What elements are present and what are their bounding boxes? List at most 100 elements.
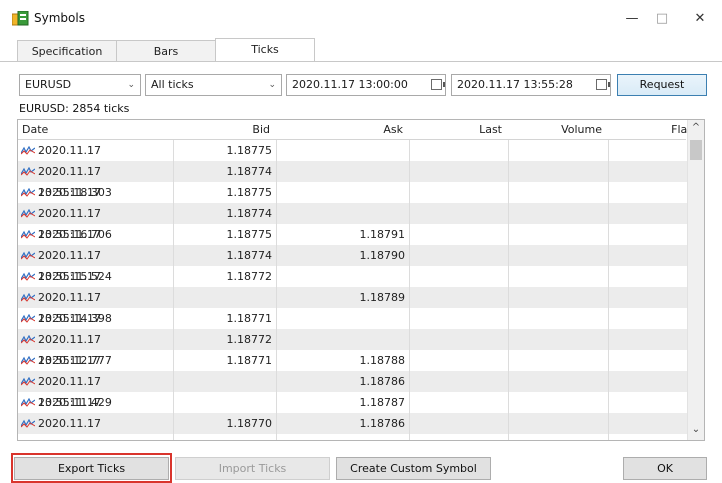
cell-bid: 1.18771 [174, 350, 277, 371]
tick-icon [21, 293, 35, 302]
cell-last [410, 350, 509, 371]
cell-last [410, 371, 509, 392]
table-row[interactable]: 2020.11.17 13:55:14.1821.187712 [18, 308, 703, 346]
scroll-thumb[interactable] [690, 140, 702, 160]
close-button[interactable]: ✕ [690, 10, 710, 28]
cell-bid: 1.18772 [174, 266, 277, 287]
tab-divider [0, 61, 722, 62]
from-datetime-picker[interactable]: 2020.11.17 13:00:00 [286, 74, 446, 96]
table-row[interactable]: 2020.11.17 13:55:11.4291.187864 [18, 371, 703, 409]
column-header-ask[interactable]: Ask [277, 120, 407, 139]
table-row[interactable]: 2020.11.17 13:55:14.3981.187894 [18, 287, 703, 325]
tick-icon [21, 398, 35, 407]
cell-date: 2020.11.17 13:55:09.566 [18, 434, 174, 440]
cell-volume [509, 182, 609, 203]
scroll-up-icon[interactable]: ^ [688, 122, 704, 136]
tick-count-label: EURUSD: 2854 ticks [19, 102, 130, 115]
table-row[interactable]: 2020.11.17 13:55:09.5661.187712 [18, 434, 703, 440]
table-row[interactable]: 2020.11.17 13:55:12.7771.187722 [18, 329, 703, 367]
cell-bid [174, 371, 277, 392]
tick-type-value: All ticks [151, 78, 194, 91]
table-row[interactable]: 2020.11.17 13:55:15.5241.187741.187906 [18, 245, 703, 283]
cell-date: 2020.11.17 13:55:09.775 [18, 413, 174, 440]
table-row[interactable]: 2020.11.17 13:55:16.7061.187742 [18, 203, 703, 241]
cell-volume [509, 203, 609, 224]
cell-volume [509, 434, 609, 440]
chevron-down-icon: ⌄ [268, 80, 276, 90]
table-row[interactable]: 2020.11.17 13:55:18.3031.187742 [18, 161, 703, 199]
tab-bar: Specification Bars Ticks [0, 38, 722, 62]
tab-ticks[interactable]: Ticks [215, 38, 315, 61]
symbol-select-value: EURUSD [25, 78, 72, 91]
cell-ask [277, 203, 410, 224]
ticks-table[interactable]: Date Bid Ask Last Volume Flags 2020.11.1… [17, 119, 705, 441]
cell-ask [277, 161, 410, 182]
table-row[interactable]: 2020.11.17 13:55:15.0021.187722 [18, 266, 703, 304]
cell-bid: 1.18775 [174, 182, 277, 203]
cell-bid: 1.18775 [174, 140, 277, 161]
cell-bid [174, 287, 277, 308]
cell-bid: 1.18774 [174, 203, 277, 224]
tick-icon [21, 377, 35, 386]
cell-volume [509, 266, 609, 287]
cell-volume [509, 161, 609, 182]
symbol-select[interactable]: EURUSD ⌄ [19, 74, 141, 96]
tab-specification[interactable]: Specification [17, 40, 117, 61]
tick-icon [21, 251, 35, 260]
cell-volume [509, 308, 609, 329]
scroll-down-icon[interactable]: ⌄ [688, 424, 704, 438]
cell-date: 2020.11.17 13:55:17.816 [18, 182, 174, 220]
cell-ask [277, 308, 410, 329]
cell-last [410, 140, 509, 161]
tick-type-select[interactable]: All ticks ⌄ [145, 74, 282, 96]
calendar-icon[interactable] [431, 79, 445, 90]
maximize-button[interactable]: □ [652, 10, 672, 28]
cell-date: 2020.11.17 13:55:18.303 [18, 161, 174, 199]
table-row[interactable]: 2020.11.17 13:55:12.5751.187711.187886 [18, 350, 703, 388]
cell-volume [509, 413, 609, 434]
tick-icon [21, 188, 35, 197]
cell-ask: 1.18788 [277, 350, 410, 371]
cell-ask [277, 434, 410, 440]
column-header-last[interactable]: Last [410, 120, 506, 139]
chevron-down-icon: ⌄ [127, 80, 135, 90]
cell-ask: 1.18787 [277, 392, 410, 413]
table-row[interactable]: 2020.11.17 13:55:22.2371.187752 [18, 140, 703, 178]
table-row[interactable]: 2020.11.17 13:55:10.8781.187874 [18, 392, 703, 430]
request-button[interactable]: Request [617, 74, 707, 96]
export-ticks-highlight [11, 453, 172, 483]
cell-volume [509, 350, 609, 371]
cell-ask [277, 329, 410, 350]
cell-ask [277, 266, 410, 287]
calendar-icon[interactable] [596, 79, 610, 90]
cell-bid: 1.18771 [174, 308, 277, 329]
cell-last [410, 245, 509, 266]
vertical-scrollbar[interactable]: ^ ⌄ [687, 120, 704, 440]
tick-icon [21, 209, 35, 218]
title-bar: Symbols — □ ✕ [0, 0, 722, 38]
tick-datetime: 2020.11.17 13:55:09.566 [38, 434, 173, 440]
to-datetime-picker[interactable]: 2020.11.17 13:55:28 [451, 74, 611, 96]
cell-date: 2020.11.17 13:55:16.706 [18, 203, 174, 241]
table-row[interactable]: 2020.11.17 13:55:09.7751.187701.187866 [18, 413, 703, 440]
tick-icon [21, 335, 35, 344]
tick-icon [21, 230, 35, 239]
cell-last [410, 287, 509, 308]
cell-last [410, 203, 509, 224]
window-title: Symbols [34, 11, 85, 25]
from-datetime-value: 2020.11.17 13:00:00 [292, 78, 408, 91]
cell-bid: 1.18774 [174, 161, 277, 182]
tab-bars[interactable]: Bars [116, 40, 216, 61]
table-row[interactable]: 2020.11.17 13:55:16.2251.187751.187916 [18, 224, 703, 262]
column-header-date[interactable]: Date [22, 120, 172, 139]
cell-ask: 1.18786 [277, 413, 410, 434]
cell-last [410, 161, 509, 182]
column-header-bid[interactable]: Bid [174, 120, 274, 139]
cell-volume [509, 287, 609, 308]
column-header-volume[interactable]: Volume [509, 120, 606, 139]
minimize-button[interactable]: — [622, 10, 642, 28]
cell-last [410, 224, 509, 245]
tick-icon [21, 272, 35, 281]
cell-date: 2020.11.17 13:55:11.429 [18, 371, 174, 409]
table-row[interactable]: 2020.11.17 13:55:17.8161.187752 [18, 182, 703, 220]
